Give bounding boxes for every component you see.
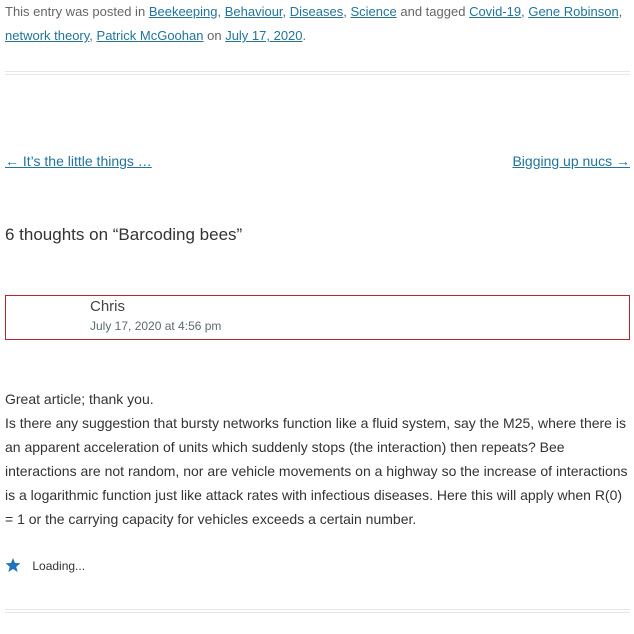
category-link-diseases[interactable]: Diseases [290, 4, 343, 19]
category-link-science[interactable]: Science [350, 4, 396, 19]
tag-link-covid-19[interactable]: Covid-19 [469, 4, 521, 19]
divider-top [5, 71, 630, 75]
like-status-text: Loading... [32, 559, 86, 573]
comment-author-name: Chris [90, 298, 126, 315]
entry-meta-wrap: This entry was posted in Beekeeping, Beh… [5, 0, 630, 48]
comment-date-link[interactable]: July 17, 2020 at 4:56 pm [90, 318, 221, 334]
entry-meta-prefix: This entry was posted in [5, 4, 146, 19]
comments-title: 6 thoughts on “Barcoding bees” [5, 225, 243, 244]
comment-author-box: Chris July 17, 2020 at 4:56 pm [5, 295, 630, 340]
tag-link-gene-robinson[interactable]: Gene Robinson [528, 4, 618, 19]
previous-post-link[interactable]: ← It’s the little things … [5, 151, 152, 171]
entry-meta-tagged-text: and tagged [400, 4, 466, 19]
category-link-behaviour[interactable]: Behaviour [225, 4, 283, 19]
category-link-beekeeping[interactable]: Beekeeping [149, 4, 218, 19]
comment-paragraph: Great article; thank you. [5, 391, 154, 407]
next-post-link[interactable]: Bigging up nucs → [512, 151, 630, 171]
entry-meta: This entry was posted in Beekeeping, Beh… [5, 4, 623, 43]
tag-link-patrick-mcgoohan[interactable]: Patrick McGoohan [97, 28, 204, 43]
star-icon[interactable] [5, 557, 21, 573]
tag-link-network-theory[interactable]: network theory [5, 28, 89, 43]
divider-bottom [5, 609, 630, 613]
post-date-link[interactable]: July 17, 2020 [225, 28, 302, 43]
comment-paragraph: Is there any suggestion that bursty netw… [5, 415, 628, 527]
entry-meta-on-text: on [207, 28, 222, 43]
comment-body: Great article; thank you. Is there any s… [5, 387, 632, 531]
like-widget: Loading... [5, 556, 85, 576]
